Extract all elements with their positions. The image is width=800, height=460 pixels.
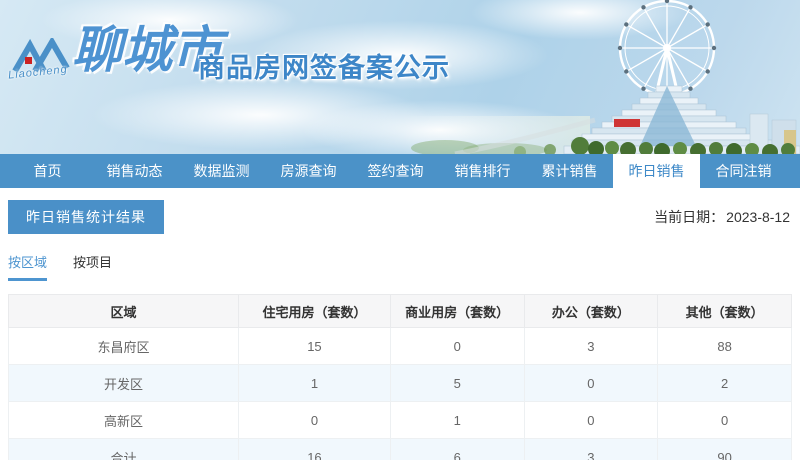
table-cell: 0	[657, 401, 792, 439]
main-nav: 首页 销售动态 数据监测 房源查询 签约查询 销售排行 累计销售 昨日销售 合同注销	[0, 154, 800, 188]
nav-item[interactable]: 销售排行	[439, 154, 526, 188]
table-row: 东昌府区 15 0 3 88	[7, 327, 792, 365]
table-cell: 2	[657, 364, 792, 402]
sales-table: 区域 住宅用房（套数） 商业用房（套数） 办公（套数） 其他（套数） 东昌府区 15 0 3 8…	[7, 294, 792, 460]
table-cell: 0	[238, 401, 391, 439]
section-title-badge: 昨日销售统计结果	[8, 200, 164, 234]
table-cell: 开发区	[7, 364, 240, 402]
table-cell: 88	[657, 327, 792, 365]
tab[interactable]: 按项目	[73, 252, 112, 281]
current-date-label: 当前日期：	[654, 209, 725, 225]
header-banner: Liaocheng 聊城市 商品房网签备案公示	[0, 0, 800, 154]
table-cell: 0	[523, 401, 659, 439]
table-cell: 3	[523, 438, 659, 460]
site-title: 商品房网签备案公示	[198, 53, 450, 83]
nav-item[interactable]: 签约查询	[352, 154, 439, 188]
table-cell: 5	[389, 364, 525, 402]
table-cell: 东昌府区	[7, 327, 240, 365]
nav-item[interactable]: 累计销售	[526, 154, 613, 188]
table-header-cell: 其他（套数）	[657, 294, 792, 328]
page: Liaocheng 聊城市 商品房网签备案公示 首页 销售动态 数据监测 房源查询 签约…	[0, 0, 800, 460]
table-header-cell: 区域	[7, 294, 240, 328]
table-cell: 0	[523, 364, 659, 402]
table-cell: 3	[523, 327, 659, 365]
table-header-cell: 商业用房（套数）	[389, 294, 525, 328]
ferris-wheel-illustration	[400, 0, 800, 154]
current-date-value: 2023-8-12	[726, 209, 790, 225]
nav-item[interactable]: 数据监测	[178, 154, 265, 188]
table-cell: 16	[238, 438, 391, 460]
table-cell: 15	[238, 327, 391, 365]
table-header-row: 区域 住宅用房（套数） 商业用房（套数） 办公（套数） 其他（套数）	[7, 294, 792, 328]
table-row: 合计 16 6 3 90	[7, 438, 792, 460]
table-header-cell: 办公（套数）	[523, 294, 659, 328]
tab[interactable]: 按区域	[8, 252, 48, 281]
table-header-cell: 住宅用房（套数）	[238, 294, 391, 328]
table-cell: 1	[389, 401, 525, 439]
table-cell: 90	[657, 438, 792, 460]
table-cell: 6	[389, 438, 525, 460]
nav-item[interactable]: 销售动态	[91, 154, 178, 188]
nav-item[interactable]: 首页	[4, 154, 91, 188]
table-body: 东昌府区 15 0 3 88 开发区 1 5 0 2 高新区 0 1 0 0 合计 16 6 3 90	[7, 327, 792, 460]
view-tabs: 按区域 按项目	[8, 252, 800, 281]
table-cell: 0	[389, 327, 525, 365]
nav-item[interactable]: 昨日销售	[613, 154, 700, 188]
content-area: 昨日销售统计结果 当前日期： 2023-8-12 按区域 按项目 区域 住宅用房（套数…	[0, 188, 800, 460]
nav-item[interactable]: 房源查询	[265, 154, 352, 188]
current-date: 当前日期： 2023-8-12	[652, 207, 790, 227]
table-cell: 1	[238, 364, 391, 402]
table-row: 开发区 1 5 0 2	[7, 364, 792, 402]
table-cell: 合计	[7, 438, 240, 460]
table-row: 高新区 0 1 0 0	[7, 401, 792, 439]
nav-item[interactable]: 合同注销	[700, 154, 787, 188]
table-cell: 高新区	[7, 401, 240, 439]
